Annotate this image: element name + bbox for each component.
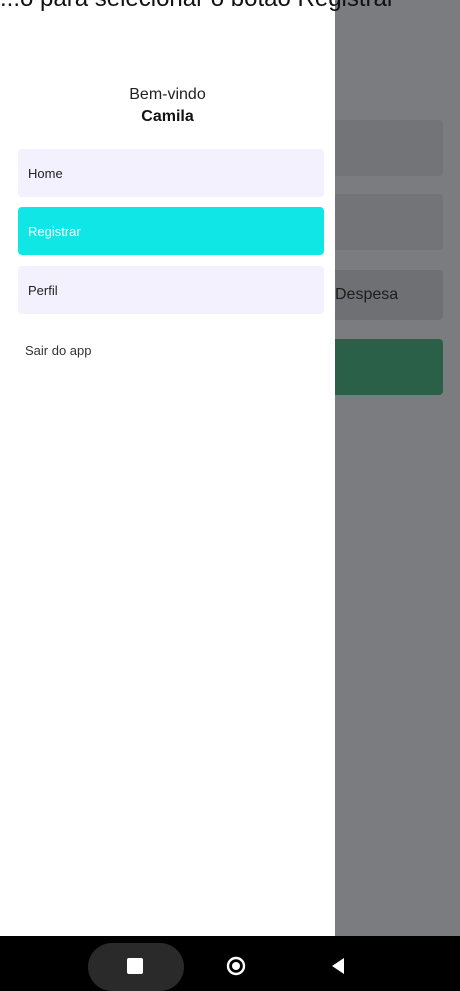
back-icon[interactable] <box>330 957 346 975</box>
drawer-item-registrar[interactable]: Registrar <box>18 207 324 255</box>
navigation-drawer: Bem-vindo Camila Home Registrar Perfil S… <box>0 0 335 936</box>
background-type-select-label: Despesa <box>335 286 399 303</box>
drawer-item-perfil[interactable]: Perfil <box>18 266 324 314</box>
drawer-item-label: Registrar <box>28 223 81 239</box>
welcome-text: Bem-vindo <box>129 86 206 103</box>
drawer-item-label: Home <box>28 165 63 181</box>
app-screen: ...o para selecionar o botão Registrar D… <box>0 0 460 991</box>
home-icon[interactable] <box>226 956 246 976</box>
logout-link[interactable]: Sair do app <box>25 343 92 358</box>
drawer-item-label: Perfil <box>28 282 58 298</box>
recents-icon[interactable] <box>127 958 143 974</box>
top-caption: ...o para selecionar o botão Registrar <box>0 0 460 11</box>
username-text: Camila <box>141 108 194 125</box>
drawer-item-home[interactable]: Home <box>18 149 324 197</box>
